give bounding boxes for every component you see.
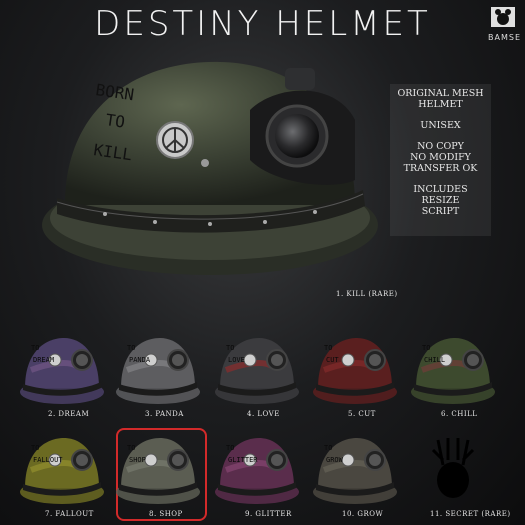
variant-helmet-text: TO: [31, 344, 39, 352]
variant-helmet-text: TO: [422, 344, 430, 352]
variant-helmet-text: DREAM: [33, 356, 54, 364]
variant-helmet-text: TO: [127, 344, 135, 352]
info-line: NO COPY: [417, 141, 464, 152]
variant-caption: 2. DREAM: [48, 410, 90, 418]
info-block-unisex: UNISEX: [390, 120, 491, 131]
brand-name: BAMSE: [488, 33, 521, 42]
info-block-includes: INCLUDES RESIZE SCRIPT: [390, 184, 491, 217]
variant-helmet-image: TO CUT: [313, 338, 397, 404]
hero-text-line-1: BORN: [94, 80, 135, 104]
variant-caption: 10. GROW: [342, 510, 384, 518]
variant-helmet-image: TO PANDA: [116, 338, 200, 404]
variant-helmet-image: TO SHOP: [116, 438, 200, 504]
variant-caption: 7. FALLOUT: [45, 510, 94, 518]
hero-caption: 1. KILL (RARE): [336, 290, 398, 298]
variant-helmet-text: TO: [324, 444, 332, 452]
variant-tile[interactable]: TO PANDA: [113, 330, 203, 410]
variant-tile[interactable]: TO CUT: [310, 330, 400, 410]
variant-caption: 11. SECRET (RARE): [430, 510, 511, 518]
variant-tile[interactable]: TO DREAM: [17, 330, 107, 410]
info-block-permissions: NO COPY NO MODIFY TRANSFER OK: [390, 141, 491, 174]
hero-text-line-2: TO: [104, 110, 126, 131]
product-poster: DESTINY HELMET BAMSE BORN TO KILL ORIGIN…: [0, 0, 525, 525]
info-line: INCLUDES: [413, 184, 468, 195]
variant-helmet-text: FALLOUT: [33, 456, 63, 464]
variant-caption: 3. PANDA: [145, 410, 184, 418]
variant-helmet-text: TO: [31, 444, 39, 452]
variant-caption: 8. SHOP: [149, 510, 183, 518]
variant-helmet-image: TO DREAM: [20, 338, 104, 404]
page-title: DESTINY HELMET: [94, 4, 431, 44]
variant-tile[interactable]: TO GLITTER: [212, 430, 302, 510]
variant-helmet-text: TO: [226, 444, 234, 452]
variant-tile[interactable]: [408, 430, 498, 510]
variant-tile[interactable]: TO FALLOUT: [17, 430, 107, 510]
variant-helmet-image: TO CHILL: [411, 338, 495, 404]
bear-logo-icon: [491, 7, 515, 27]
info-line: TRANSFER OK: [403, 163, 478, 174]
variant-tile[interactable]: TO GROW: [310, 430, 400, 510]
info-line: SCRIPT: [421, 206, 460, 217]
variant-tile[interactable]: TO LOVE: [212, 330, 302, 410]
variant-tile[interactable]: TO CHILL: [408, 330, 498, 410]
variant-helmet-text: SHOP: [129, 456, 146, 464]
info-line: ORIGINAL MESH: [397, 88, 484, 99]
info-line: NO MODIFY: [410, 152, 471, 163]
variant-tile[interactable]: TO SHOP: [113, 430, 203, 510]
variant-helmet-text: CHILL: [424, 356, 445, 364]
hero-helmet-image: BORN TO KILL: [42, 61, 378, 275]
variant-helmet-text: GROW: [326, 456, 344, 464]
variant-helmet-text: TO: [127, 444, 135, 452]
variant-caption: 5. CUT: [348, 410, 376, 418]
variant-helmet-image: TO GROW: [313, 438, 397, 504]
variant-helmet-text: TO: [324, 344, 332, 352]
info-line: HELMET: [418, 99, 463, 110]
variant-helmet-text: TO: [226, 344, 234, 352]
info-line: UNISEX: [420, 120, 461, 131]
variant-helmet-text: GLITTER: [228, 456, 258, 464]
variant-helmet-image: TO GLITTER: [215, 438, 299, 504]
variant-helmet-text: PANDA: [129, 356, 151, 364]
variant-helmet-text: LOVE: [228, 356, 245, 364]
info-block-mesh: ORIGINAL MESH HELMET: [390, 88, 491, 110]
peace-badge-icon: [156, 121, 194, 159]
variant-caption: 6. CHILL: [441, 410, 478, 418]
variant-caption: 4. LOVE: [247, 410, 280, 418]
info-line: RESIZE: [421, 195, 460, 206]
variant-caption: 9. GLITTER: [245, 510, 292, 518]
variant-helmet-text: CUT: [326, 356, 339, 364]
variant-helmet-image: [431, 438, 475, 498]
variant-helmet-image: TO FALLOUT: [20, 438, 104, 504]
variant-helmet-image: TO LOVE: [215, 338, 299, 404]
info-panel: ORIGINAL MESH HELMET UNISEX NO COPY NO M…: [390, 84, 491, 236]
brand-logo: BAMSE: [488, 6, 521, 42]
